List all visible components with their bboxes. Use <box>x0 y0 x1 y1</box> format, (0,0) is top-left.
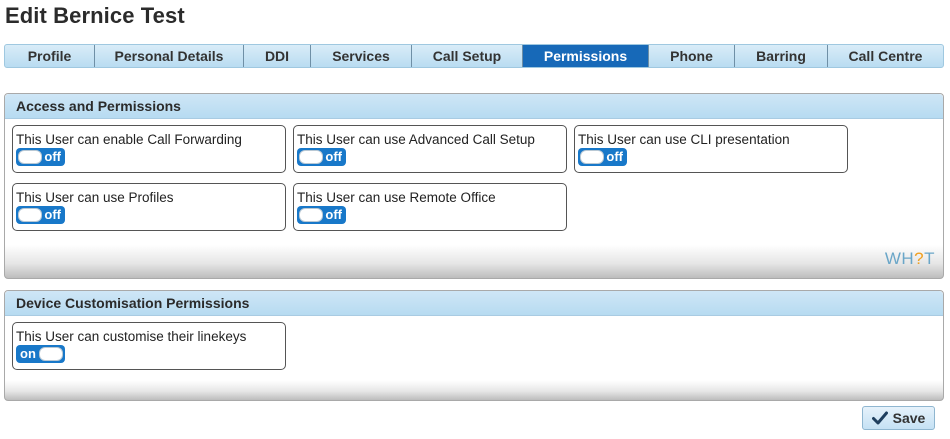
device-customisation-panel: Device Customisation Permissions This Us… <box>4 290 944 401</box>
toggle-knob <box>299 208 323 222</box>
toggle-knob <box>299 150 323 164</box>
toggle-state-label: off <box>44 149 61 164</box>
tab-ddi[interactable]: DDI <box>244 45 311 67</box>
perm-profiles: This User can use Profiles off <box>12 183 286 231</box>
tab-bar: Profile Personal Details DDI Services Ca… <box>4 44 944 68</box>
brand-logo-mark: ? <box>914 249 925 268</box>
perm-call-forwarding-label: This User can enable Call Forwarding <box>16 132 242 147</box>
advanced-call-setup-toggle[interactable]: off <box>297 148 346 166</box>
toggle-knob <box>39 347 63 361</box>
tab-phone[interactable]: Phone <box>649 45 735 67</box>
tab-call-setup[interactable]: Call Setup <box>412 45 523 67</box>
customise-linekeys-toggle[interactable]: on <box>16 345 65 363</box>
toggle-knob <box>18 150 42 164</box>
brand-logo: WH?T <box>885 249 935 269</box>
toggle-knob <box>580 150 604 164</box>
call-forwarding-toggle[interactable]: off <box>16 148 65 166</box>
tab-profile[interactable]: Profile <box>5 45 95 67</box>
brand-logo-post: T <box>924 249 935 268</box>
toggle-state-label: off <box>325 149 342 164</box>
access-permissions-panel: Access and Permissions This User can ena… <box>4 93 944 279</box>
perm-cli-presentation-label: This User can use CLI presentation <box>578 132 790 147</box>
remote-office-toggle[interactable]: off <box>297 206 346 224</box>
perm-customise-linekeys: This User can customise their linekeys o… <box>12 322 286 370</box>
tab-barring[interactable]: Barring <box>735 45 828 67</box>
perm-profiles-label: This User can use Profiles <box>16 190 174 205</box>
tab-permissions[interactable]: Permissions <box>523 45 649 67</box>
perm-advanced-call-setup: This User can use Advanced Call Setup of… <box>293 125 567 173</box>
toggle-state-label: off <box>606 149 623 164</box>
perm-remote-office-label: This User can use Remote Office <box>297 190 496 205</box>
perm-advanced-call-setup-label: This User can use Advanced Call Setup <box>297 132 535 147</box>
tab-personal-details[interactable]: Personal Details <box>95 45 244 67</box>
save-button[interactable]: Save <box>862 406 935 430</box>
toggle-state-label: off <box>44 207 61 222</box>
tab-call-centre[interactable]: Call Centre <box>828 45 943 67</box>
toggle-knob <box>18 208 42 222</box>
access-permissions-header: Access and Permissions <box>5 94 943 119</box>
perm-call-forwarding: This User can enable Call Forwarding off <box>12 125 286 173</box>
toggle-state-label: on <box>20 346 36 361</box>
toggle-state-label: off <box>325 207 342 222</box>
cli-presentation-toggle[interactable]: off <box>578 148 627 166</box>
save-button-label: Save <box>892 410 926 426</box>
device-customisation-header: Device Customisation Permissions <box>5 291 943 316</box>
tab-services[interactable]: Services <box>311 45 412 67</box>
brand-logo-pre: WH <box>884 249 915 268</box>
perm-customise-linekeys-label: This User can customise their linekeys <box>16 329 247 344</box>
profiles-toggle[interactable]: off <box>16 206 65 224</box>
perm-remote-office: This User can use Remote Office off <box>293 183 567 231</box>
perm-cli-presentation: This User can use CLI presentation off <box>574 125 848 173</box>
page-title: Edit Bernice Test <box>5 3 185 28</box>
check-icon <box>871 411 888 425</box>
